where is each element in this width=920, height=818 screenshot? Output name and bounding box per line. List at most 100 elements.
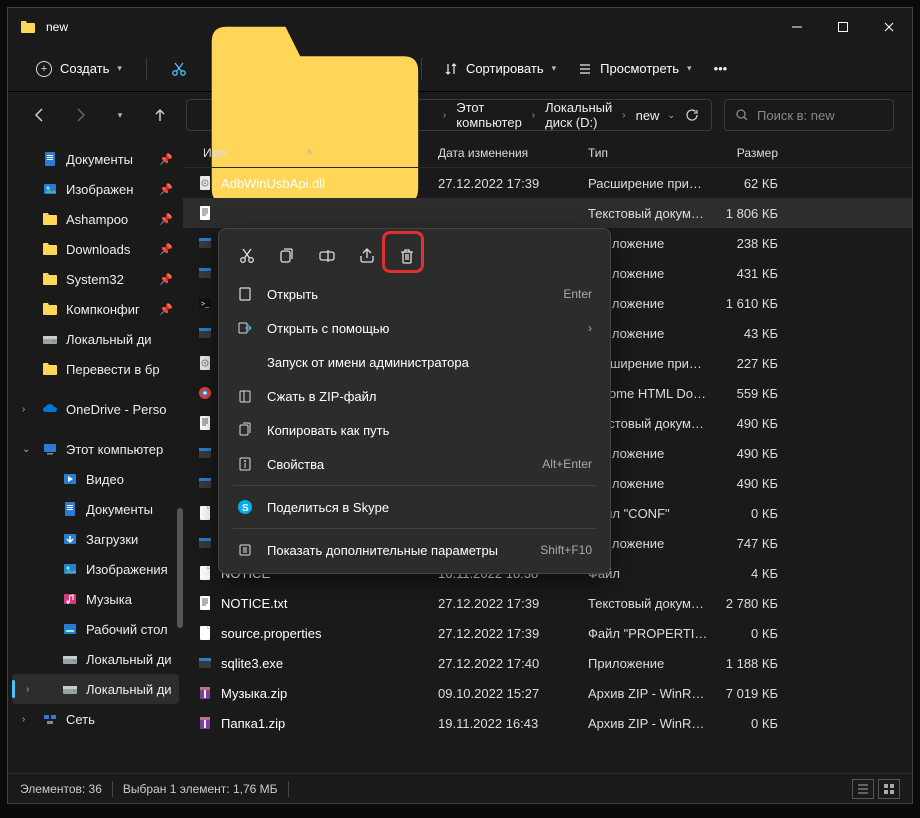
chevron-down-icon: ▾ <box>117 63 122 74</box>
ctx-cut-button[interactable] <box>229 239 265 273</box>
context-menu-item[interactable]: Копировать как путь <box>225 413 604 447</box>
sidebar-item[interactable]: Локальный ди <box>8 644 183 674</box>
sidebar-item[interactable]: Ashampoo📌 <box>8 204 183 234</box>
file-icon <box>197 265 213 281</box>
cut-button[interactable] <box>161 53 197 85</box>
status-selection: Выбран 1 элемент: 1,76 МБ <box>123 782 278 796</box>
create-button[interactable]: + Создать ▾ <box>26 55 132 83</box>
file-icon: >_ <box>197 295 213 311</box>
file-icon <box>197 445 213 461</box>
plus-icon: + <box>36 61 52 77</box>
sidebar-item[interactable]: Документы📌 <box>8 144 183 174</box>
pic-icon <box>62 561 78 577</box>
column-headers[interactable]: Имя˄ Дата изменения Тип Размер <box>183 138 912 168</box>
sort-button[interactable]: Сортировать ▾ <box>436 57 564 80</box>
sidebar-item[interactable]: Перевести в бр <box>8 354 183 384</box>
file-icon <box>197 715 213 731</box>
file-row[interactable]: source.properties 27.12.2022 17:39 Файл … <box>183 618 912 648</box>
status-bar: Элементов: 36 Выбран 1 элемент: 1,76 МБ <box>8 773 912 803</box>
maximize-button[interactable] <box>820 8 866 46</box>
context-menu-item[interactable]: Сжать в ZIP-файл <box>225 379 604 413</box>
sidebar: Документы📌Изображен📌Ashampoo📌Downloads📌S… <box>8 138 183 773</box>
breadcrumb[interactable]: Этот компьютер <box>452 98 526 132</box>
file-icon <box>197 385 213 401</box>
folder-icon <box>42 241 58 257</box>
sidebar-item[interactable]: Документы <box>8 494 183 524</box>
file-icon <box>197 535 213 551</box>
context-menu-item[interactable]: Запуск от имени администратора <box>225 345 604 379</box>
file-row[interactable]: Текстовый докум… 1 806 КБ <box>183 198 912 228</box>
file-row[interactable]: AdbWinUsbApi.dll 27.12.2022 17:39 Расшир… <box>183 168 912 198</box>
sidebar-item[interactable]: Компконфиг📌 <box>8 294 183 324</box>
close-button[interactable] <box>866 8 912 46</box>
pin-icon: 📌 <box>159 183 173 196</box>
ctx-share-button[interactable] <box>349 239 385 273</box>
up-button[interactable] <box>146 101 174 129</box>
folder-icon <box>20 20 36 34</box>
back-button[interactable] <box>26 101 54 129</box>
folder-icon <box>42 271 58 287</box>
recent-dropdown[interactable]: ▾ <box>106 101 134 129</box>
sidebar-item[interactable]: Видео <box>8 464 183 494</box>
pin-icon: 📌 <box>159 273 173 286</box>
file-row[interactable]: Папка1.zip 19.11.2022 16:43 Архив ZIP - … <box>183 708 912 738</box>
sidebar-item[interactable]: Загрузки <box>8 524 183 554</box>
context-menu-item[interactable]: Открыть с помощью› <box>225 311 604 345</box>
file-icon <box>197 415 213 431</box>
view-button[interactable]: Просмотреть ▾ <box>570 57 699 80</box>
context-menu-item[interactable]: SПоделиться в Skype <box>225 490 604 524</box>
file-icon <box>197 235 213 251</box>
file-row[interactable]: NOTICE.txt 27.12.2022 17:39 Текстовый до… <box>183 588 912 618</box>
refresh-button[interactable] <box>685 108 699 122</box>
ctx-rename-button[interactable] <box>309 239 345 273</box>
context-menu-item[interactable]: Показать дополнительные параметрыShift+F… <box>225 533 604 567</box>
sidebar-item[interactable]: Музыка <box>8 584 183 614</box>
ctx-copy-button[interactable] <box>269 239 305 273</box>
file-icon <box>197 205 213 221</box>
pin-icon: 📌 <box>159 243 173 256</box>
video-icon <box>62 471 78 487</box>
sidebar-item[interactable]: Рабочий стол <box>8 614 183 644</box>
sidebar-scrollbar[interactable] <box>177 508 183 628</box>
sidebar-item[interactable]: Локальный ди <box>8 324 183 354</box>
file-row[interactable]: sqlite3.exe 27.12.2022 17:40 Приложение … <box>183 648 912 678</box>
folder-icon <box>42 211 58 227</box>
forward-button[interactable] <box>66 101 94 129</box>
details-view-button[interactable] <box>852 779 874 799</box>
net-icon <box>42 711 58 727</box>
breadcrumb[interactable]: new <box>632 106 664 125</box>
sidebar-item[interactable]: Изображения <box>8 554 183 584</box>
context-menu: ОткрытьEnterОткрыть с помощью›Запуск от … <box>218 228 611 574</box>
disk-icon <box>62 651 78 667</box>
sidebar-item[interactable]: Downloads📌 <box>8 234 183 264</box>
file-icon <box>197 595 213 611</box>
sidebar-item[interactable]: ›Сеть <box>8 704 183 734</box>
sidebar-item[interactable]: ›Локальный ди <box>12 674 179 704</box>
search-input[interactable]: Поиск в: new <box>724 99 894 131</box>
file-icon <box>197 685 213 701</box>
pic-icon <box>42 181 58 197</box>
pin-icon: 📌 <box>159 153 173 166</box>
context-menu-item[interactable]: СвойстваAlt+Enter <box>225 447 604 481</box>
file-icon <box>197 475 213 491</box>
ctx-delete-button[interactable] <box>389 239 425 273</box>
sidebar-item[interactable]: ⌄Этот компьютер <box>8 434 183 464</box>
icons-view-button[interactable] <box>878 779 900 799</box>
disk-icon <box>62 681 78 697</box>
address-bar[interactable]: › Этот компьютер › Локальный диск (D:) ›… <box>186 99 712 131</box>
sidebar-item[interactable]: ›OneDrive - Perso <box>8 394 183 424</box>
breadcrumb[interactable]: Локальный диск (D:) <box>541 98 616 132</box>
doc-icon <box>62 501 78 517</box>
minimize-button[interactable] <box>774 8 820 46</box>
sidebar-item[interactable]: System32📌 <box>8 264 183 294</box>
sort-icon <box>444 62 458 76</box>
context-menu-item[interactable]: ОткрытьEnter <box>225 277 604 311</box>
file-row[interactable]: Музыка.zip 09.10.2022 15:27 Архив ZIP - … <box>183 678 912 708</box>
sidebar-item[interactable]: Изображен📌 <box>8 174 183 204</box>
titlebar: new <box>8 8 912 46</box>
more-button[interactable]: ••• <box>706 53 736 85</box>
down-icon <box>62 531 78 547</box>
address-dropdown[interactable]: ⌄ <box>667 110 675 121</box>
status-count: Элементов: 36 <box>20 782 102 796</box>
create-label: Создать <box>60 61 109 76</box>
